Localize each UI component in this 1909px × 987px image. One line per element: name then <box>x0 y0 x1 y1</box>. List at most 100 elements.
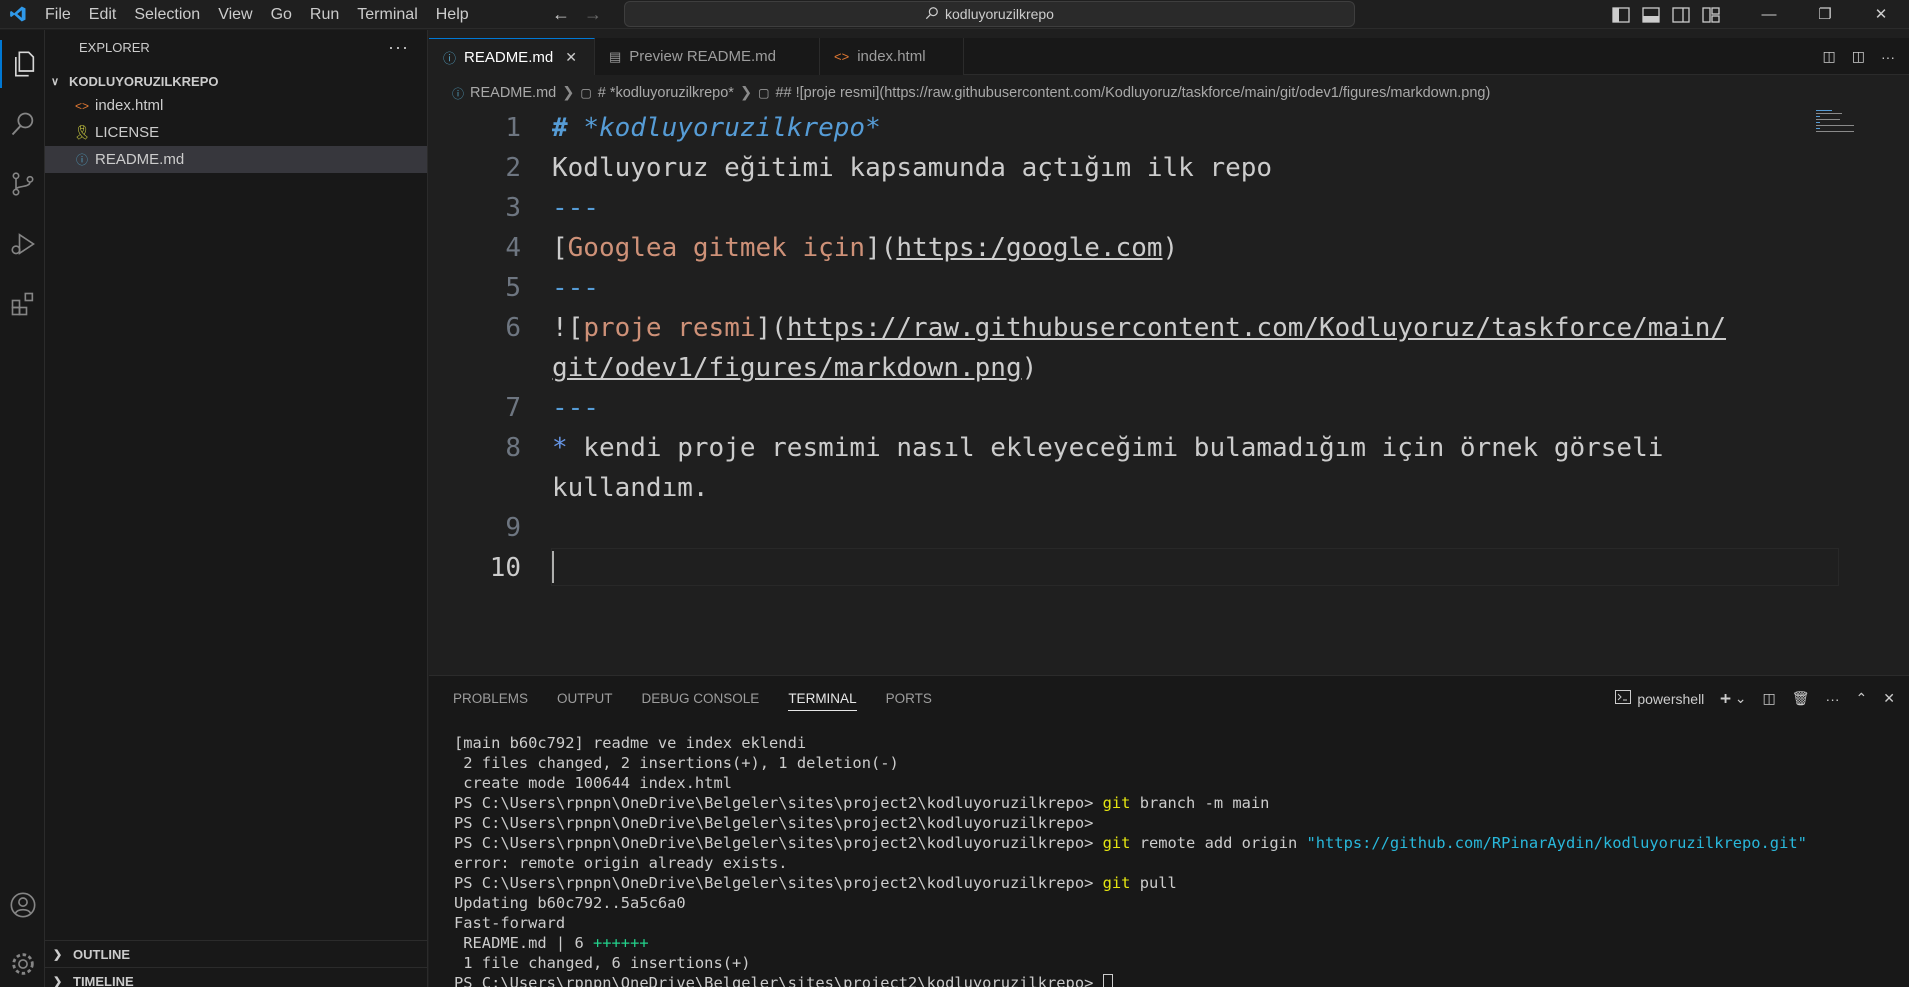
trash-icon[interactable]: 🗑︎ <box>1792 690 1810 707</box>
terminal-output[interactable]: [main b60c792] readme ve index eklendi 2… <box>454 733 1807 987</box>
split-editor-icon[interactable]: ◫ <box>1852 48 1865 65</box>
outline-section[interactable]: ❯ OUTLINE <box>45 940 428 967</box>
toggle-primary-sidebar-icon[interactable] <box>1612 6 1630 23</box>
editor-scrollbar[interactable] <box>1898 107 1909 667</box>
breadcrumb-item[interactable]: # *kodluyoruzilkrepo* <box>598 85 734 101</box>
search-icon[interactable] <box>0 100 45 148</box>
line-number: 1 <box>505 113 521 143</box>
more-actions-icon[interactable]: ··· <box>388 37 409 58</box>
split-terminal-icon[interactable]: ◫ <box>1763 690 1776 707</box>
restore-icon[interactable]: ❐ <box>1797 0 1853 29</box>
editor-tabs: ⓘ README.md ✕ ▤ Preview README.md <> ind… <box>429 38 1909 75</box>
timeline-section[interactable]: ❯ TIMELINE <box>45 967 428 987</box>
more-actions-icon[interactable]: ··· <box>1826 691 1840 707</box>
tab-label: Preview README.md <box>629 48 776 65</box>
tab-preview-readme[interactable]: ▤ Preview README.md <box>595 38 820 75</box>
breadcrumb-item[interactable]: ## ![proje resmi](https://raw.githubuser… <box>775 85 1490 101</box>
code-line: * kendi proje resmimi nasıl ekleyeceğimi… <box>552 433 1663 463</box>
menu-edit[interactable]: Edit <box>80 0 126 29</box>
command: git <box>1102 834 1131 852</box>
link-url[interactable]: git/odev1/figures/markdown.png <box>552 353 1022 383</box>
diffstat-file: README.md | 6 <box>454 934 593 952</box>
source-control-icon[interactable] <box>0 160 45 208</box>
terminal-line: PS C:\Users\rpnpn\OneDrive\Belgeler\site… <box>454 813 1807 833</box>
menu-bar: File Edit Selection View Go Run Terminal… <box>36 0 478 29</box>
line-number: 5 <box>505 273 521 303</box>
close-icon[interactable]: ✕ <box>1853 0 1909 29</box>
more-actions-icon[interactable]: ··· <box>1881 49 1895 65</box>
line-number: 4 <box>505 233 521 263</box>
line-number: 3 <box>505 193 521 223</box>
customize-layout-icon[interactable] <box>1702 6 1720 23</box>
file-item-license[interactable]: 🎗 LICENSE <box>45 119 427 146</box>
bracket: ) <box>1162 233 1179 263</box>
command: git <box>1102 874 1131 892</box>
line-number: 6 <box>505 313 521 343</box>
chevron-right-icon: ❯ <box>53 948 63 961</box>
tab-index-html[interactable]: <> index.html <box>820 38 964 75</box>
toggle-secondary-sidebar-icon[interactable] <box>1672 6 1690 23</box>
minimap[interactable] <box>1816 108 1856 138</box>
menu-view[interactable]: View <box>209 0 261 29</box>
command-center-search[interactable]: kodluyoruzilkrepo <box>624 1 1355 27</box>
arrow-left-icon[interactable]: ← <box>552 4 570 25</box>
arrow-right-icon[interactable]: → <box>584 4 602 25</box>
prompt: PS C:\Users\rpnpn\OneDrive\Belgeler\site… <box>454 874 1103 892</box>
menu-go[interactable]: Go <box>262 0 301 29</box>
manage-gear-icon[interactable] <box>0 940 45 987</box>
command: git <box>1102 794 1131 812</box>
bracket: ]( <box>865 233 897 263</box>
tab-debug-console[interactable]: DEBUG CONSOLE <box>642 687 760 711</box>
explorer-header: EXPLORER ··· <box>45 30 427 65</box>
close-tab-icon[interactable]: ✕ <box>565 49 577 66</box>
explorer-icon[interactable] <box>0 40 45 88</box>
tab-readme[interactable]: ⓘ README.md ✕ <box>429 38 595 75</box>
menu-terminal[interactable]: Terminal <box>348 0 426 29</box>
shell-name: powershell <box>1637 690 1705 707</box>
extensions-icon[interactable] <box>0 280 45 328</box>
chevron-right-icon: ❯ <box>739 85 753 101</box>
terminal-line: Fast-forward <box>454 914 566 932</box>
chevron-right-icon: ❯ <box>562 85 575 101</box>
menu-file[interactable]: File <box>36 0 80 29</box>
command-args: pull <box>1130 874 1177 892</box>
search-text: kodluyoruzilkrepo <box>945 6 1054 22</box>
tab-ports[interactable]: PORTS <box>886 687 932 711</box>
menu-selection[interactable]: Selection <box>125 0 209 29</box>
terminal-line: 1 file changed, 6 insertions(+) <box>454 954 751 972</box>
tab-label: README.md <box>464 48 554 66</box>
close-panel-icon[interactable]: ✕ <box>1883 690 1895 707</box>
tab-terminal[interactable]: TERMINAL <box>788 687 857 711</box>
accounts-icon[interactable] <box>0 881 45 929</box>
line-number: 9 <box>505 513 521 543</box>
link-text: Googlea gitmek için <box>567 233 866 263</box>
terminal-line: error: remote origin already exists. <box>454 854 788 872</box>
breadcrumb-item[interactable]: README.md <box>470 85 556 101</box>
file-label: LICENSE <box>95 124 160 141</box>
terminal-shell-selector[interactable]: powershell <box>1615 690 1704 707</box>
new-terminal-icon[interactable]: ➕︎ ⌄ <box>1720 690 1746 707</box>
bottom-panel: PROBLEMS OUTPUT DEBUG CONSOLE TERMINAL P… <box>429 675 1909 987</box>
code-line: --- <box>552 193 599 223</box>
file-item-readme[interactable]: ⓘ README.md <box>45 146 427 173</box>
link-url[interactable]: https:/google.com <box>896 233 1162 263</box>
list-text: kendi proje resmimi nasıl ekleyeceğimi b… <box>567 433 1664 463</box>
code-line: # *kodluyoruzilkrepo* <box>552 113 881 143</box>
menu-help[interactable]: Help <box>427 0 478 29</box>
maximize-panel-icon[interactable]: ⌃ <box>1856 690 1868 707</box>
minimize-icon[interactable]: — <box>1741 0 1797 29</box>
code-editor[interactable]: 1 2 3 4 5 6 7 8 9 10 # *kodluyoruzilkrep… <box>429 107 1909 667</box>
open-preview-to-side-icon[interactable]: ◫ <box>1823 48 1836 65</box>
run-debug-icon[interactable] <box>0 220 45 268</box>
info-file-icon: ⓘ <box>452 86 465 101</box>
workspace-folder[interactable]: ∨ KODLUYORUZILKREPO <box>45 70 427 92</box>
preview-icon: ▤ <box>609 48 622 64</box>
file-item-index-html[interactable]: <> index.html <box>45 92 427 119</box>
file-label: index.html <box>95 97 164 114</box>
menu-run[interactable]: Run <box>301 0 348 29</box>
toggle-panel-icon[interactable] <box>1642 6 1660 23</box>
tab-output[interactable]: OUTPUT <box>557 687 613 711</box>
activity-bar <box>0 30 45 987</box>
tab-problems[interactable]: PROBLEMS <box>453 687 528 711</box>
link-url[interactable]: https://raw.githubusercontent.com/Kodluy… <box>787 313 1726 343</box>
